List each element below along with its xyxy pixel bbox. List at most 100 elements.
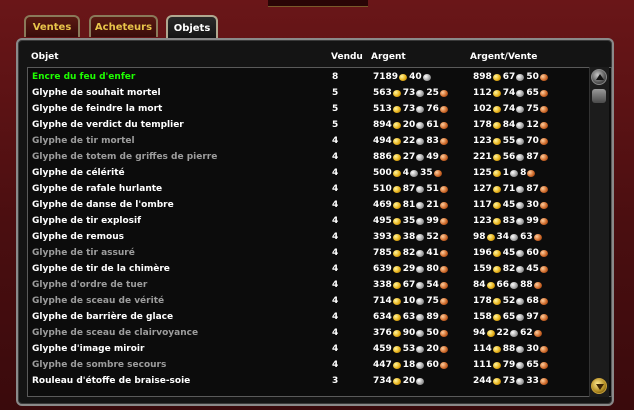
copper-coin-icon [439, 329, 448, 337]
item-name[interactable]: Glyphe de sceau de clairvoyance [32, 325, 198, 341]
gold-coin-icon [392, 329, 401, 337]
column-header-per-sale[interactable]: Argent/Vente [470, 52, 537, 66]
silver-amount: 71 [502, 184, 516, 194]
item-name[interactable]: Glyphe de tir assuré [32, 245, 135, 261]
silver-amount: 55 [502, 136, 516, 146]
item-name[interactable]: Glyphe de tir explosif [32, 213, 141, 229]
item-name[interactable]: Glyphe de sombre secours [32, 357, 166, 373]
silver-amount: 45 [502, 248, 516, 258]
item-name[interactable]: Rouleau d'étoffe de braise-soie [32, 373, 190, 389]
item-name[interactable]: Glyphe de feindre la mort [32, 101, 162, 117]
table-row[interactable]: Glyphe de feindre la mort 5 513 73 76 102 74 75 [28, 101, 588, 117]
item-name[interactable]: Glyphe de souhait mortel [32, 85, 161, 101]
table-row[interactable]: Glyphe de tir mortel 4 494 22 83 123 55 70 [28, 133, 588, 149]
gold-coin-icon [392, 265, 401, 273]
money-amount: 563 73 25 [373, 85, 450, 102]
tab-objets[interactable]: Objets [166, 15, 218, 40]
item-name[interactable]: Glyphe de danse de l'ombre [32, 197, 174, 213]
item-name[interactable]: Glyphe de barrière de glace [32, 309, 173, 325]
sold-count: 8 [332, 72, 339, 82]
silver-amount: 87 [402, 184, 416, 194]
money-amount: 244 73 33 [473, 373, 550, 390]
gold-amount: 159 [473, 264, 492, 274]
gold-amount: 513 [373, 104, 392, 114]
arrow-up-icon[interactable] [591, 69, 607, 85]
table-row[interactable]: Glyphe d'image miroir 4 459 53 20 114 88 30 [28, 341, 588, 357]
copper-coin-icon [539, 297, 548, 305]
silver-amount: 35 [402, 216, 416, 226]
copper-coin-icon [539, 185, 548, 193]
gold-amount: 563 [373, 88, 392, 98]
item-name[interactable]: Glyphe de célérité [32, 165, 125, 181]
table-row[interactable]: Rouleau d'étoffe de braise-soie 3 734 20 244… [28, 373, 588, 389]
gold-amount: 123 [473, 136, 492, 146]
item-name[interactable]: Glyphe de tir de la chimère [32, 261, 170, 277]
tab-acheteurs[interactable]: Acheteurs [89, 15, 158, 37]
table-row[interactable]: Glyphe de totem de griffes de pierre 4 886… [28, 149, 588, 165]
item-name[interactable]: Encre du feu d'enfer [32, 69, 135, 85]
copper-coin-icon [439, 153, 448, 161]
table-row[interactable]: Glyphe de tir de la chimère 4 639 29 80 159 82… [28, 261, 588, 277]
table-row[interactable]: Glyphe de barrière de glace 4 634 63 89 158 65… [28, 309, 588, 325]
table-row[interactable]: Glyphe de souhait mortel 5 563 73 25 112 74 65 [28, 85, 588, 101]
arrow-down-icon[interactable] [591, 378, 607, 394]
gold-amount: 112 [473, 88, 492, 98]
silver-coin-icon [516, 265, 525, 273]
copper-amount: 8 [520, 168, 527, 178]
silver-amount: 90 [402, 328, 416, 338]
table-row[interactable]: Glyphe de verdict du templier 5 894 20 61 178… [28, 117, 588, 133]
silver-coin-icon [510, 233, 519, 241]
copper-coin-icon [439, 297, 448, 305]
table-row[interactable]: Encre du feu d'enfer 8 7189 40 898 67 50 [28, 69, 588, 85]
gold-amount: 338 [373, 280, 392, 290]
scroll-thumb[interactable] [592, 89, 606, 103]
money-amount: 178 84 12 [473, 117, 550, 134]
table-row[interactable]: Glyphe de sceau de vérité 4 714 10 75 178 52 68 [28, 293, 588, 309]
table-row[interactable]: Glyphe de tir explosif 4 495 35 99 123 83 99 [28, 213, 588, 229]
item-name[interactable]: Glyphe de tir mortel [32, 133, 135, 149]
silver-amount: 20 [402, 120, 416, 130]
table-row[interactable]: Glyphe de sombre secours 4 447 18 60 111 79 65 [28, 357, 588, 373]
gold-amount: 469 [373, 200, 392, 210]
item-name[interactable]: Glyphe de sceau de vérité [32, 293, 164, 309]
silver-amount: 74 [502, 104, 516, 114]
sold-count: 4 [332, 200, 339, 210]
silver-coin-icon [510, 281, 519, 289]
column-header-sold[interactable]: Vendu [331, 52, 363, 66]
sold-count: 4 [332, 328, 339, 338]
table-row[interactable]: Glyphe de remous 4 393 38 52 98 34 63 [28, 229, 588, 245]
column-header-money[interactable]: Argent [371, 52, 406, 66]
tab-ventes[interactable]: Ventes [24, 15, 80, 37]
silver-amount: 67 [502, 72, 516, 82]
silver-coin-icon [416, 345, 425, 353]
item-name[interactable]: Glyphe de totem de griffes de pierre [32, 149, 217, 165]
silver-coin-icon [510, 329, 519, 337]
copper-amount: 60 [526, 248, 539, 258]
silver-amount: 81 [402, 200, 416, 210]
money-amount: 510 87 51 [373, 181, 450, 198]
table-row[interactable]: Glyphe d'ordre de tuer 4 338 67 54 84 66 88 [28, 277, 588, 293]
money-amount: 123 55 70 [473, 133, 550, 150]
table-row[interactable]: Glyphe de rafale hurlante 4 510 87 51 127 71 87 [28, 181, 588, 197]
silver-coin-icon [416, 329, 425, 337]
silver-amount: 73 [402, 104, 416, 114]
copper-amount: 60 [426, 360, 439, 370]
silver-amount: 38 [402, 232, 416, 242]
item-name[interactable]: Glyphe d'ordre de tuer [32, 277, 147, 293]
silver-coin-icon [416, 377, 425, 385]
item-name[interactable]: Glyphe de verdict du templier [32, 117, 184, 133]
column-header-item[interactable]: Objet [31, 52, 59, 66]
item-name[interactable]: Glyphe d'image miroir [32, 341, 144, 357]
table-row[interactable]: Glyphe de tir assuré 4 785 82 41 196 45 60 [28, 245, 588, 261]
scrollbar[interactable] [589, 67, 609, 397]
silver-coin-icon [416, 121, 425, 129]
silver-amount: 45 [502, 200, 516, 210]
table-row[interactable]: Glyphe de célérité 4 500 4 35 125 1 8 [28, 165, 588, 181]
item-name[interactable]: Glyphe de rafale hurlante [32, 181, 162, 197]
table-row[interactable]: Glyphe de danse de l'ombre 4 469 81 21 117 45 3… [28, 197, 588, 213]
item-name[interactable]: Glyphe de remous [32, 229, 124, 245]
gold-amount: 123 [473, 216, 492, 226]
gold-coin-icon [392, 105, 401, 113]
money-amount: 459 53 20 [373, 341, 450, 358]
table-row[interactable]: Glyphe de sceau de clairvoyance 4 376 90 50 9… [28, 325, 588, 341]
